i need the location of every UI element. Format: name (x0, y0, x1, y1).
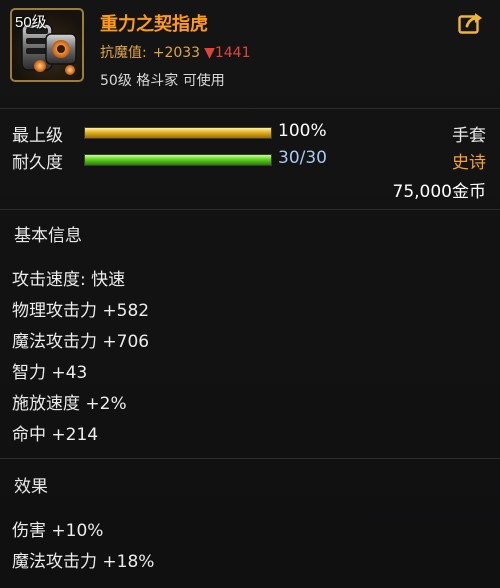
rarity-text: 史诗 (452, 153, 486, 173)
attr-line: 智力 +43 (12, 363, 88, 383)
basic-info-title: 基本信息 (14, 226, 82, 246)
attr-line: 攻击速度: 快速 (12, 270, 126, 290)
requirement-text: 50级 格斗家 可使用 (100, 73, 225, 89)
durability-bar-fill (85, 155, 271, 165)
upgrade-value: 100% (278, 121, 327, 141)
price-text: 75,000金币 (392, 182, 486, 202)
effect-line: 魔法攻击力 +18% (12, 552, 155, 572)
item-icon-slot[interactable]: 50级 (10, 8, 84, 82)
effect-line: 伤害 +10% (12, 521, 104, 541)
divider (0, 209, 500, 210)
attr-line: 命中 +214 (12, 425, 99, 445)
attr-line: 魔法攻击力 +706 (12, 332, 150, 352)
share-arrow-icon[interactable] (458, 11, 484, 35)
resist-down-number: 1441 (214, 45, 251, 61)
resist-value: +2033 (152, 45, 201, 61)
item-type: 手套 (452, 126, 486, 146)
item-tooltip-panel: 50级 重力之契指虎 抗魔值: +2033 ▼1441 50级 格斗家 可使用 最上… (0, 0, 500, 588)
durability-label: 耐久度 (12, 153, 63, 173)
divider (0, 458, 500, 459)
upgrade-bar (84, 127, 272, 139)
attr-line: 物理攻击力 +582 (12, 301, 150, 321)
effects-title: 效果 (14, 477, 48, 497)
durability-value: 30/30 (278, 148, 327, 168)
durability-bar (84, 154, 272, 166)
item-name: 重力之契指虎 (100, 14, 208, 35)
attr-line: 施放速度 +2% (12, 394, 127, 414)
upgrade-bar-fill (85, 128, 271, 138)
resist-down-value: ▼1441 (204, 45, 250, 61)
item-header: 50级 重力之契指虎 抗魔值: +2033 ▼1441 50级 格斗家 可使用 (0, 0, 500, 100)
divider (0, 108, 500, 109)
down-arrow-icon: ▼ (204, 45, 215, 61)
resist-label: 抗魔值: (100, 45, 147, 61)
resist-row: 抗魔值: +2033 ▼1441 (100, 42, 251, 62)
item-level-badge: 50级 (15, 14, 47, 31)
upgrade-label: 最上级 (12, 126, 63, 146)
